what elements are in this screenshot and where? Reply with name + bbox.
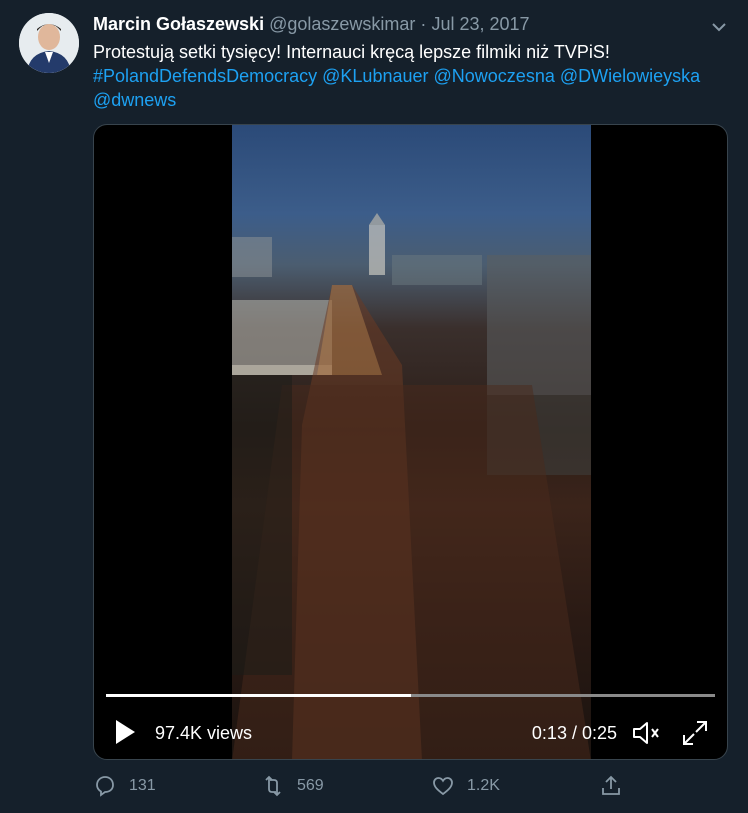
- hashtag-link[interactable]: #PolandDefendsDemocracy: [93, 66, 317, 86]
- mention-link[interactable]: @dwnews: [93, 90, 176, 110]
- tweet-header: Marcin Gołaszewski @golaszewskimar · Jul…: [93, 14, 530, 35]
- author-handle[interactable]: @golaszewskimar: [269, 14, 415, 34]
- like-button[interactable]: 1.2K: [431, 772, 500, 800]
- like-icon: [433, 777, 453, 796]
- chevron-down-icon[interactable]: [710, 18, 728, 36]
- tweet-actions: 131 569 1.2K: [93, 772, 733, 800]
- video-still: [232, 213, 591, 759]
- reply-icon: [96, 776, 114, 797]
- mention-link[interactable]: @Nowoczesna: [434, 66, 555, 86]
- reply-count: 131: [129, 777, 156, 794]
- video-frame[interactable]: [232, 125, 591, 759]
- tweet-text: Protestują setki tysięcy! Internauci krę…: [93, 40, 723, 112]
- view-count: 97.4K views: [155, 723, 253, 743]
- video-controls: 97.4K views 0:13 / 0:25: [94, 715, 727, 751]
- share-button[interactable]: [599, 772, 635, 800]
- retweet-button[interactable]: 569: [261, 772, 324, 800]
- mention-link[interactable]: @DWielowieyska: [560, 66, 700, 86]
- tweet: Marcin Gołaszewski @golaszewskimar · Jul…: [0, 0, 748, 813]
- share-icon: [602, 775, 620, 795]
- avatar[interactable]: [19, 13, 79, 73]
- fullscreen-icon[interactable]: [681, 719, 709, 747]
- video-progress-fill: [106, 694, 411, 697]
- retweet-count: 569: [297, 777, 324, 794]
- tweet-date[interactable]: Jul 23, 2017: [431, 14, 529, 34]
- separator: ·: [420, 14, 427, 34]
- tweet-text-plain: Protestują setki tysięcy! Internauci krę…: [93, 42, 610, 62]
- play-icon[interactable]: [114, 719, 136, 745]
- author-name[interactable]: Marcin Gołaszewski: [93, 14, 264, 34]
- like-count: 1.2K: [467, 777, 500, 794]
- avatar-image: [19, 13, 79, 73]
- mention-link[interactable]: @KLubnauer: [322, 66, 428, 86]
- reply-button[interactable]: 131: [93, 772, 156, 800]
- retweet-icon: [265, 775, 281, 797]
- video-time: 0:13 / 0:25: [531, 723, 617, 743]
- video-progress-bar[interactable]: [106, 694, 715, 697]
- video-player[interactable]: 97.4K views 0:13 / 0:25: [93, 124, 728, 760]
- volume-icon[interactable]: [631, 719, 661, 747]
